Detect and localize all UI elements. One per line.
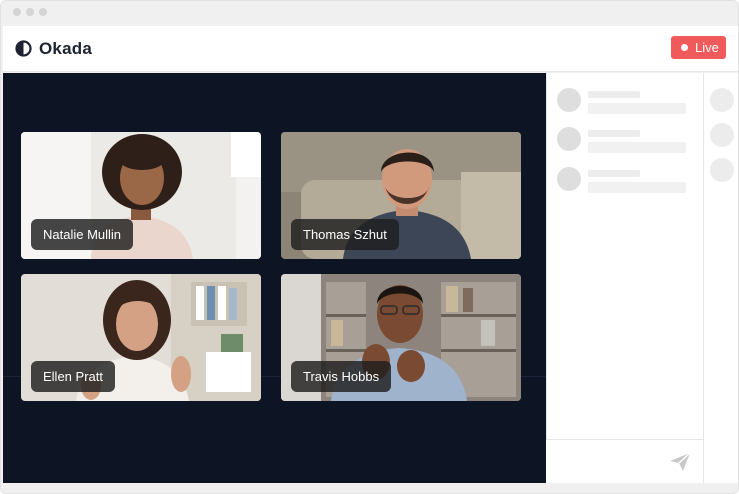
avatar[interactable]	[710, 158, 734, 182]
window-titlebar	[1, 1, 738, 25]
half-circle-logo-icon	[15, 40, 32, 57]
participant-name-tag: Travis Hobbs	[291, 361, 392, 392]
skeleton-line	[588, 182, 686, 193]
avatar[interactable]	[710, 88, 734, 112]
participant-name-tag: Thomas Szhut	[291, 219, 399, 250]
chat-message-placeholder	[557, 127, 697, 153]
paper-plane-send-icon[interactable]	[669, 452, 691, 472]
skeleton-line	[588, 130, 640, 137]
app-window: Okada Live Natalie Mullin Thomas Szhut E…	[0, 0, 739, 494]
participant-name-tag: Ellen Pratt	[31, 361, 115, 392]
skeleton-line	[588, 170, 640, 177]
window-maximize-dot[interactable]	[39, 8, 47, 16]
participant-name-tag: Natalie Mullin	[31, 219, 134, 250]
window-bottom-edge	[1, 483, 738, 493]
window-close-dot[interactable]	[13, 8, 21, 16]
avatar[interactable]	[710, 123, 734, 147]
avatar	[557, 167, 581, 191]
chat-composer[interactable]	[546, 439, 703, 483]
video-tile-natalie[interactable]: Natalie Mullin	[21, 132, 261, 259]
participants-rail	[703, 73, 738, 483]
skeleton-line	[588, 103, 686, 114]
live-button[interactable]: Live	[671, 36, 726, 59]
video-tile-ellen[interactable]: Ellen Pratt	[21, 274, 261, 401]
brand-name: Okada	[39, 39, 92, 58]
live-label: Live	[695, 40, 719, 55]
avatar	[557, 88, 581, 112]
avatar	[557, 127, 581, 151]
skeleton-line	[588, 91, 640, 98]
window-minimize-dot[interactable]	[26, 8, 34, 16]
chat-message-placeholder	[557, 88, 697, 114]
video-tile-thomas[interactable]: Thomas Szhut	[281, 132, 521, 259]
video-tile-travis[interactable]: Travis Hobbs	[281, 274, 521, 401]
skeleton-line	[588, 142, 686, 153]
chat-panel	[546, 73, 703, 483]
video-stage: Natalie Mullin Thomas Szhut Ellen Pratt …	[3, 73, 546, 483]
live-indicator-icon	[681, 44, 688, 51]
chat-message-placeholder	[557, 167, 697, 193]
app-header: Okada Live	[3, 26, 738, 72]
